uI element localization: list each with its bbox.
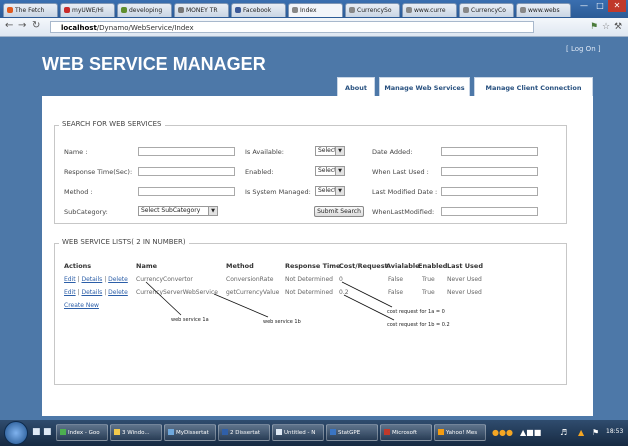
notepad-icon bbox=[276, 429, 282, 435]
browser-tab[interactable]: myUWE/Hi bbox=[60, 3, 115, 17]
tab-favicon-icon bbox=[349, 7, 355, 13]
browser-tab-active[interactable]: Index bbox=[288, 3, 343, 17]
taskbar-item[interactable]: 2 Dissertat bbox=[218, 424, 270, 441]
taskbar-item[interactable]: Yahoo! Mes bbox=[434, 424, 486, 441]
tray-icons[interactable]: ●●● bbox=[492, 428, 513, 437]
network-icon[interactable]: ▲ bbox=[578, 428, 584, 437]
bookmark-flag-icon[interactable]: ⚑ bbox=[590, 22, 598, 32]
volume-icon[interactable]: ♬ bbox=[560, 428, 567, 437]
tab-favicon-icon bbox=[178, 7, 184, 13]
taskbar-item[interactable]: StatGPE bbox=[326, 424, 378, 441]
annotation-cost-1b: cost request for 1b = 0.2 bbox=[387, 322, 450, 328]
page-body: WEB SERVICE MANAGER [ Log On ] About Man… bbox=[0, 37, 628, 420]
tab-favicon-icon bbox=[520, 7, 526, 13]
maximize-icon[interactable]: □ bbox=[592, 0, 608, 12]
tab-favicon-icon bbox=[64, 7, 70, 13]
annotation-cost-1a: cost request for 1a = 0 bbox=[387, 309, 445, 315]
back-icon[interactable]: ← bbox=[5, 20, 13, 31]
taskbar-item[interactable]: MyDissertat bbox=[164, 424, 216, 441]
star-icon[interactable]: ☆ bbox=[602, 22, 610, 32]
taskbar-item[interactable]: Untitled - N bbox=[272, 424, 324, 441]
flag-icon[interactable]: ⚑ bbox=[592, 428, 599, 437]
wrench-icon[interactable]: ⚒ bbox=[614, 22, 622, 32]
forward-icon[interactable]: → bbox=[18, 20, 26, 31]
browser-tab[interactable]: developing bbox=[117, 3, 172, 17]
annotation-arrows bbox=[145, 281, 395, 321]
word-icon bbox=[222, 429, 228, 435]
tab-favicon-icon bbox=[121, 7, 127, 13]
quicklaunch-icon[interactable]: ■ bbox=[32, 427, 41, 437]
browser-tab[interactable]: Facebook bbox=[231, 3, 286, 17]
folder-icon bbox=[114, 429, 120, 435]
address-bar: ← → ↻ localhost/Dynamo/WebService/Index … bbox=[0, 18, 628, 37]
taskbar-item[interactable]: Index - Goo bbox=[56, 424, 108, 441]
taskbar-item[interactable]: 3 Windo... bbox=[110, 424, 162, 441]
browser-tab[interactable]: CurrencyCo bbox=[459, 3, 514, 17]
browser-tab-bar: The Fetch myUWE/Hi developing MONEY TR F… bbox=[0, 0, 628, 18]
tab-favicon-icon bbox=[292, 7, 298, 13]
annotation-web-service-1a: web service 1a bbox=[171, 317, 209, 323]
browser-tab[interactable]: MONEY TR bbox=[174, 3, 229, 17]
taskbar: ■ ■ Index - Goo 3 Windo... MyDissertat 2… bbox=[0, 420, 628, 446]
tab-favicon-icon bbox=[406, 7, 412, 13]
annotation-web-service-1b: web service 1b bbox=[263, 319, 301, 325]
quicklaunch-icon[interactable]: ■ bbox=[43, 427, 52, 437]
app-icon bbox=[384, 429, 390, 435]
browser-tab[interactable]: CurrencySo bbox=[345, 3, 400, 17]
tab-favicon-icon bbox=[235, 7, 241, 13]
minimize-icon[interactable]: — bbox=[576, 0, 592, 12]
browser-tab[interactable]: www.webs bbox=[516, 3, 571, 17]
browser-tab[interactable]: www.curre bbox=[402, 3, 457, 17]
tray-icons[interactable]: ▲■■ bbox=[520, 428, 541, 437]
app-icon bbox=[60, 429, 66, 435]
close-window-icon[interactable]: ✕ bbox=[608, 0, 626, 12]
nav-tab-about[interactable]: About bbox=[337, 77, 375, 97]
taskbar-clock: 18:53 bbox=[606, 428, 624, 435]
app-icon bbox=[330, 429, 336, 435]
main-content: SEARCH FOR WEB SERVICES Name : Is Availa… bbox=[42, 96, 593, 416]
nav-tab-manage-client-connection[interactable]: Manage Client Connection Interface bbox=[474, 77, 593, 112]
tab-favicon-icon bbox=[463, 7, 469, 13]
tab-favicon-icon bbox=[7, 7, 13, 13]
messenger-icon bbox=[438, 429, 444, 435]
app-icon bbox=[168, 429, 174, 435]
taskbar-item[interactable]: Microsoft bbox=[380, 424, 432, 441]
app-title: WEB SERVICE MANAGER bbox=[42, 54, 266, 74]
start-orb-icon[interactable] bbox=[4, 421, 28, 445]
browser-tab[interactable]: The Fetch bbox=[3, 3, 58, 17]
reload-icon[interactable]: ↻ bbox=[32, 20, 40, 31]
logon-link[interactable]: [ Log On ] bbox=[566, 45, 601, 53]
url-input[interactable]: localhost/Dynamo/WebService/Index bbox=[50, 21, 534, 33]
nav-tab-manage-web-services[interactable]: Manage Web Services bbox=[379, 77, 470, 97]
